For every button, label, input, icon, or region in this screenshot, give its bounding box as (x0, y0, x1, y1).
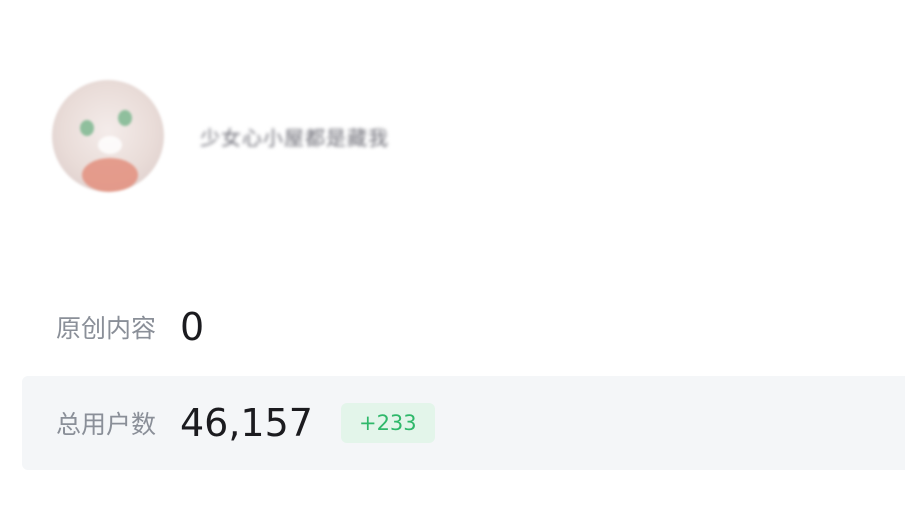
profile-header: 少女心小屋都是藏我 (52, 80, 389, 192)
original-content-value: 0 (180, 305, 205, 349)
total-users-label: 总用户数 (56, 410, 157, 439)
avatar-blush (82, 158, 138, 192)
avatar[interactable] (52, 80, 164, 192)
avatar-face-highlight (98, 136, 122, 154)
original-content-label: 原创内容 (56, 314, 157, 343)
avatar-eye-left (80, 120, 94, 136)
user-growth-badge: +233 (340, 403, 435, 443)
account-stats-card: 少女心小屋都是藏我 原创内容 0 总用户数 46,157 +233 (0, 0, 905, 526)
total-users-value: 46,157 (180, 401, 313, 445)
stat-row-total-users: 总用户数 46,157 +233 (22, 376, 905, 470)
stat-row-original-content: 原创内容 0 (22, 280, 905, 374)
username: 少女心小屋都是藏我 (200, 125, 389, 150)
avatar-eye-right (118, 110, 132, 126)
